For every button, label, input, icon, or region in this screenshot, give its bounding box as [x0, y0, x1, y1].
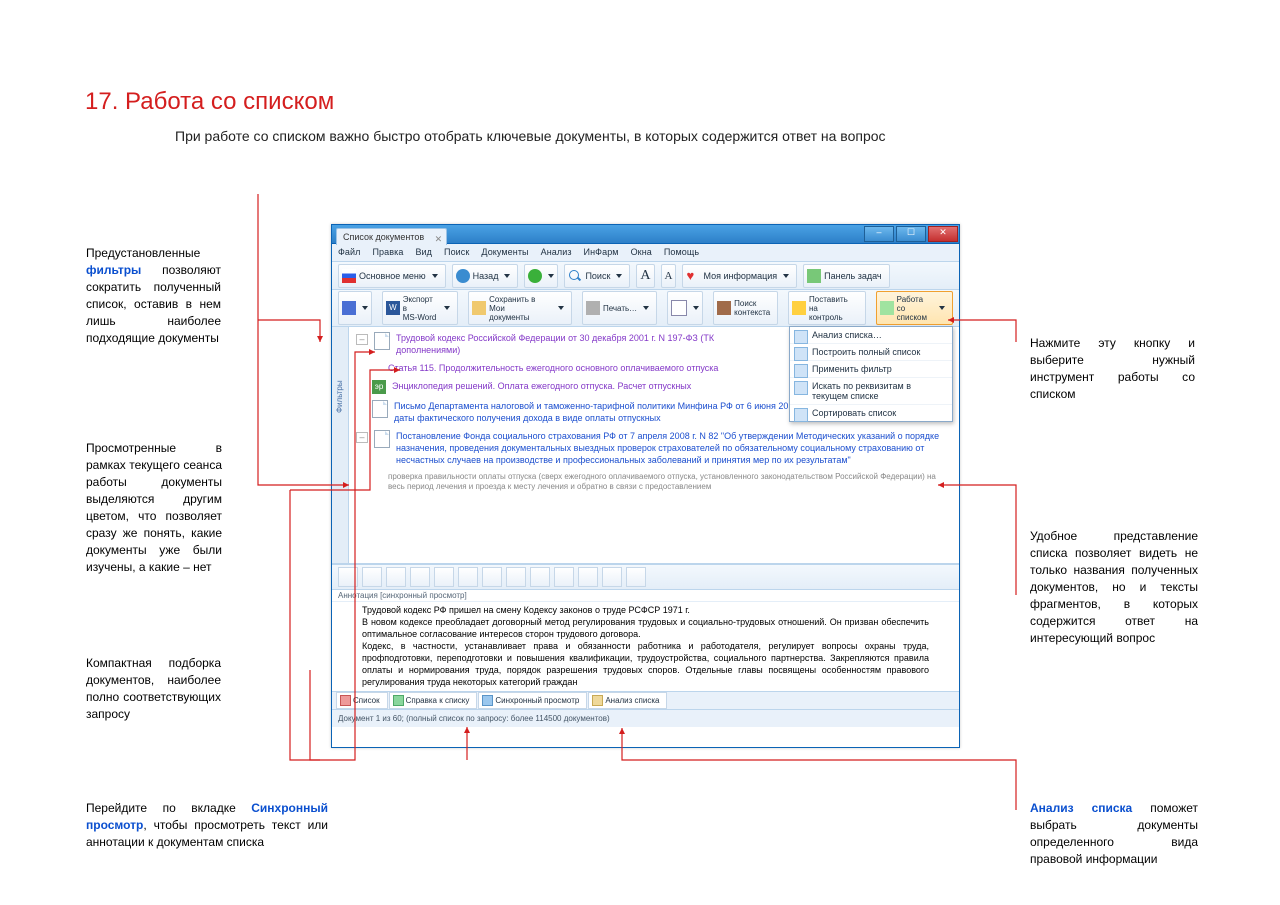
- print-button[interactable]: Печать…: [582, 291, 657, 325]
- ptool-btn[interactable]: [626, 567, 646, 587]
- dd-full-list[interactable]: Построить полный список: [790, 344, 952, 361]
- filters-sidebar[interactable]: Фильтры: [332, 327, 349, 563]
- page-heading: 17. Работа со списком: [85, 88, 334, 116]
- back-button[interactable]: Назад: [452, 264, 519, 288]
- context-search-button[interactable]: Поискконтекста: [713, 291, 778, 325]
- btab-sync[interactable]: Синхронный просмотр: [478, 692, 587, 709]
- close-button[interactable]: ✕: [928, 226, 958, 242]
- list-icon: [880, 301, 894, 315]
- fontsize-a-button[interactable]: A: [636, 264, 654, 288]
- doc-icon: [671, 300, 687, 316]
- save-mydocs-button[interactable]: Сохранить в Моидокументы: [468, 291, 572, 325]
- min-button[interactable]: –: [864, 226, 894, 242]
- ptool-btn[interactable]: [434, 567, 454, 587]
- folder-icon: [472, 301, 486, 315]
- annotation-text: Трудовой кодекс РФ пришел на смену Кодек…: [332, 602, 959, 690]
- toolbar-primary: Основное меню Назад Поиск A A ♥Моя инфор…: [332, 262, 959, 290]
- btab-help[interactable]: Справка к списку: [389, 692, 478, 709]
- callout-analyze: Анализ списка поможет выбрать документы …: [1030, 800, 1198, 868]
- ptool-btn[interactable]: [458, 567, 478, 587]
- word-icon: W: [386, 301, 400, 315]
- toolbar-secondary: WЭкспорт вMS-Word Сохранить в Моидокумен…: [332, 290, 959, 327]
- max-button[interactable]: ☐: [896, 226, 926, 242]
- ptool-btn[interactable]: [578, 567, 598, 587]
- document-icon: [374, 332, 390, 350]
- menubar[interactable]: ФайлПравкаВидПоискДокументыАнализИнФармО…: [332, 244, 959, 262]
- callout-compact: Компактная подборка документов, наиболее…: [86, 655, 221, 723]
- callout-sync: Перейдите по вкладке Синхронный просмотр…: [86, 800, 328, 851]
- dd-analyze[interactable]: Анализ списка…: [790, 327, 952, 344]
- callout-viewed: Просмотренные в рамках текущего сеанса р…: [86, 440, 222, 576]
- ptool-btn[interactable]: [554, 567, 574, 587]
- ptool-btn[interactable]: [386, 567, 406, 587]
- callout-filters: Предустановленные фильтры позволяют сокр…: [86, 245, 221, 347]
- statusbar: Документ 1 из 60; (полный список по запр…: [332, 709, 959, 727]
- task-panel-button[interactable]: Панель задач: [803, 264, 889, 288]
- search-button[interactable]: Поиск: [564, 264, 630, 288]
- back-icon: [456, 269, 470, 283]
- ptool-btn[interactable]: [410, 567, 430, 587]
- list-ops-button[interactable]: Работа сосписком: [876, 291, 953, 325]
- preview-pane: Аннотация [синхронный просмотр] Трудовой…: [332, 564, 959, 691]
- heart-icon: ♥: [686, 269, 700, 283]
- document-tab[interactable]: Список документов✕: [336, 228, 447, 245]
- save-button[interactable]: [338, 291, 372, 325]
- ptool-btn[interactable]: [602, 567, 622, 587]
- save-icon: [342, 301, 356, 315]
- forward-icon: [528, 269, 542, 283]
- list-fragment: проверка правильности оплаты отпуска (св…: [388, 472, 951, 492]
- list-ops-dropdown: Анализ списка… Построить полный список П…: [789, 326, 953, 422]
- forward-button[interactable]: [524, 264, 558, 288]
- ptool-btn[interactable]: [362, 567, 382, 587]
- preview-toolbar: [332, 565, 959, 590]
- panel-icon: [807, 269, 821, 283]
- list-item[interactable]: – Постановление Фонда социального страхо…: [356, 430, 951, 466]
- ptool-btn[interactable]: [506, 567, 526, 587]
- my-info-button[interactable]: ♥Моя информация: [682, 264, 797, 288]
- ptool-btn[interactable]: [482, 567, 502, 587]
- callout-button: Нажмите эту кнопку и выберите нужный инс…: [1030, 335, 1195, 403]
- encyclopedia-icon: эр: [372, 380, 386, 394]
- btab-list[interactable]: Список: [336, 692, 388, 709]
- titlebar: – ☐ ✕ Список документов✕: [332, 225, 959, 244]
- export-word-button[interactable]: WЭкспорт вMS-Word: [382, 291, 458, 325]
- ptool-btn[interactable]: [530, 567, 550, 587]
- page-subheading: При работе со списком важно быстро отобр…: [175, 128, 886, 144]
- dd-search-props[interactable]: Искать по реквизитам в текущем списке: [790, 378, 952, 405]
- bottom-tabs: Список Справка к списку Синхронный просм…: [332, 691, 959, 709]
- printer-icon: [586, 301, 600, 315]
- flag-icon: [342, 269, 356, 283]
- binoculars-icon: [717, 301, 731, 315]
- tree-toggle-icon[interactable]: –: [356, 334, 368, 345]
- annotation-label: Аннотация [синхронный просмотр]: [332, 590, 959, 602]
- callout-repr: Удобное представление списка позволяет в…: [1030, 528, 1198, 647]
- ptool-btn[interactable]: [338, 567, 358, 587]
- app-window: – ☐ ✕ Список документов✕ ФайлПравкаВидПо…: [331, 224, 960, 748]
- tab-close-icon[interactable]: ✕: [435, 231, 443, 247]
- main-menu-button[interactable]: Основное меню: [338, 264, 446, 288]
- tree-toggle-icon[interactable]: –: [356, 432, 368, 443]
- doc-button[interactable]: [667, 291, 703, 325]
- btab-analyze[interactable]: Анализ списка: [588, 692, 667, 709]
- search-icon: [568, 269, 582, 283]
- warning-icon: [792, 301, 806, 315]
- document-icon: [374, 430, 390, 448]
- dd-sort[interactable]: Сортировать список: [790, 405, 952, 421]
- put-control-button[interactable]: Поставить наконтроль: [788, 291, 866, 325]
- dd-apply-filter[interactable]: Применить фильтр: [790, 361, 952, 378]
- document-icon: [372, 400, 388, 418]
- fontsize-aa-button[interactable]: A: [661, 264, 677, 288]
